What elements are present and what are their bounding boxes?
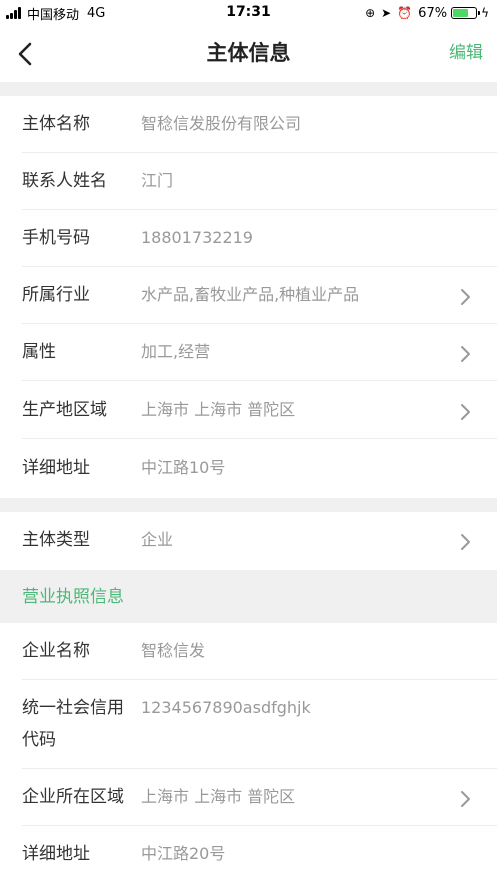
row-value: 加工,经营 xyxy=(141,342,211,361)
row-label: 代码 xyxy=(22,730,56,750)
charging-icon: ϟ xyxy=(481,6,489,20)
row-label: 主体名称 xyxy=(22,114,90,134)
chevron-right-icon xyxy=(459,789,473,809)
row-value: 上海市 上海市 普陀区 xyxy=(141,400,296,419)
row-value: 18801732219 xyxy=(141,228,253,247)
row-value: 1234567890asdfghjk xyxy=(141,698,311,717)
row-label: 企业所在区域 xyxy=(22,787,124,807)
navigation-bar: 主体信息 编辑 xyxy=(0,26,497,82)
row-value: 水产品,畜牧业产品,种植业产品 xyxy=(141,285,360,304)
row-value: 中江路10号 xyxy=(141,458,226,477)
row-attribute[interactable]: 属性 加工,经营 xyxy=(0,324,497,381)
chevron-right-icon xyxy=(459,287,473,307)
row-contact-name: 联系人姓名 江门 xyxy=(0,153,497,210)
row-label: 手机号码 xyxy=(22,228,90,248)
location-icon: ➤ xyxy=(381,6,392,20)
row-value: 企业 xyxy=(141,530,174,549)
row-value: 智稔信发股份有限公司 xyxy=(141,114,302,133)
row-value: 智稔信发 xyxy=(141,641,206,660)
orientation-lock-icon: ⊕ xyxy=(365,6,376,20)
row-label: 属性 xyxy=(22,342,56,362)
row-value: 中江路20号 xyxy=(141,844,226,863)
status-right: ⊕ ➤ ⏰ 67% ϟ xyxy=(365,4,489,22)
row-industry[interactable]: 所属行业 水产品,畜牧业产品,种植业产品 xyxy=(0,267,497,324)
row-production-region[interactable]: 生产地区域 上海市 上海市 普陀区 xyxy=(0,381,497,439)
edit-button[interactable]: 编辑 xyxy=(449,40,483,66)
row-credit-code: 统一社会信用 代码 1234567890asdfghjk xyxy=(0,680,497,769)
battery-percent: 67% xyxy=(418,5,448,21)
row-company-region[interactable]: 企业所在区域 上海市 上海市 普陀区 xyxy=(0,769,497,826)
row-label: 企业名称 xyxy=(22,641,90,661)
row-label: 主体类型 xyxy=(22,530,90,550)
section-header-license: 营业执照信息 xyxy=(0,570,497,623)
alarm-icon: ⏰ xyxy=(397,6,413,20)
battery-icon xyxy=(451,7,481,19)
row-subject-name: 主体名称 智稔信发股份有限公司 xyxy=(0,96,497,153)
row-label: 统一社会信用 xyxy=(22,698,124,718)
row-phone: 手机号码 18801732219 xyxy=(0,210,497,267)
chevron-right-icon xyxy=(459,344,473,364)
row-label: 生产地区域 xyxy=(22,400,107,420)
chevron-right-icon xyxy=(459,402,473,422)
section-title: 营业执照信息 xyxy=(22,587,124,607)
row-label: 联系人姓名 xyxy=(22,171,107,191)
row-value: 上海市 上海市 普陀区 xyxy=(141,787,296,806)
page-title: 主体信息 xyxy=(206,41,291,65)
section-gap xyxy=(0,82,497,96)
section-gap xyxy=(0,498,497,512)
row-company-address: 详细地址 中江路20号 xyxy=(0,826,497,883)
row-value: 江门 xyxy=(141,171,174,190)
row-detail-address: 详细地址 中江路10号 xyxy=(0,439,497,498)
row-subject-type[interactable]: 主体类型 企业 xyxy=(0,512,497,570)
row-label: 详细地址 xyxy=(22,458,90,478)
row-label: 所属行业 xyxy=(22,285,90,305)
row-company-name: 企业名称 智稔信发 xyxy=(0,623,497,680)
row-label: 详细地址 xyxy=(22,844,90,864)
chevron-right-icon xyxy=(459,532,473,552)
status-bar: 中国移动 4G 17:31 ⊕ ➤ ⏰ 67% ϟ xyxy=(0,0,497,26)
